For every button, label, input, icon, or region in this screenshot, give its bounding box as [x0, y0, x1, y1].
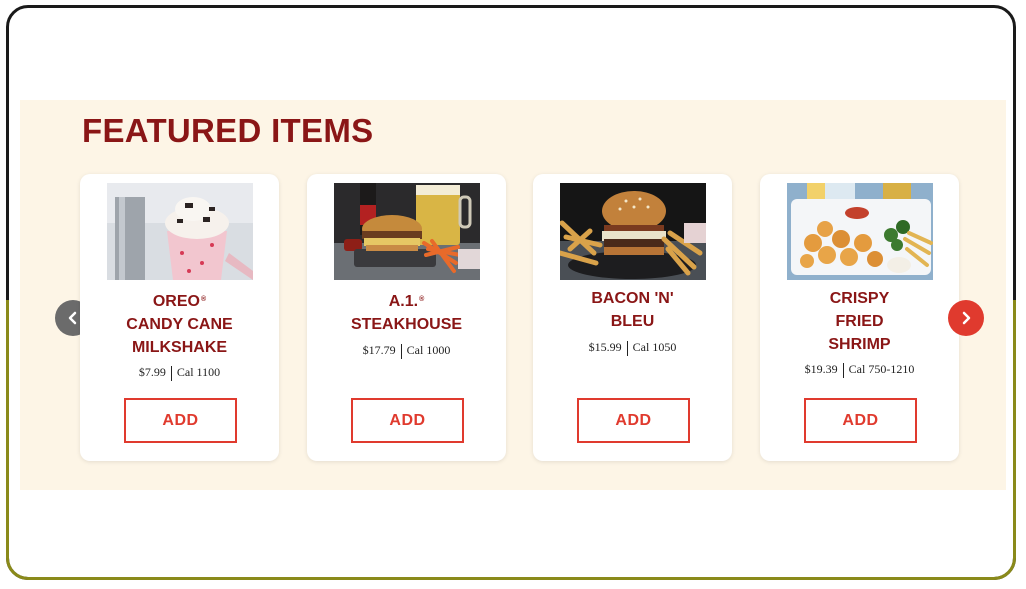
- fried-shrimp-photo[interactable]: [787, 183, 933, 280]
- item-price: $17.79: [362, 343, 396, 357]
- item-name-line: BLEU: [610, 313, 655, 330]
- bacon-bleu-burger-photo[interactable]: [560, 183, 706, 280]
- item-name[interactable]: BACON 'N' BLEU: [533, 287, 732, 333]
- carousel-next-button[interactable]: [948, 300, 984, 336]
- item-name[interactable]: CRISPY FRIED SHRIMP: [760, 287, 959, 356]
- milkshake-photo[interactable]: [107, 183, 253, 280]
- item-name[interactable]: A.1.® STEAKHOUSE: [307, 290, 506, 336]
- item-name-line: CANDY CANE: [126, 316, 233, 333]
- divider: [626, 340, 628, 356]
- item-price: $19.39: [804, 362, 838, 376]
- item-name-line: FRIED: [835, 313, 884, 330]
- section-title: FEATURED ITEMS: [82, 112, 374, 149]
- item-calories: Cal 1000: [406, 343, 451, 357]
- chevron-left-icon: [68, 311, 77, 325]
- item-price-calories: $19.39 Cal 750-1210: [760, 362, 959, 378]
- item-calories: Cal 750-1210: [848, 362, 915, 376]
- item-price-calories: $15.99 Cal 1050: [533, 340, 732, 356]
- menu-item-card: BACON 'N' BLEU $15.99 Cal 1050 ADD: [533, 174, 732, 461]
- add-button[interactable]: ADD: [351, 398, 464, 443]
- divider: [170, 365, 172, 381]
- item-name-line: SHRIMP: [828, 336, 891, 353]
- add-button[interactable]: ADD: [577, 398, 690, 443]
- item-name-line: OREO®: [152, 293, 207, 310]
- divider: [842, 362, 844, 378]
- menu-item-card: A.1.® STEAKHOUSE $17.79 Cal 1000 ADD: [307, 174, 506, 461]
- menu-item-card: CRISPY FRIED SHRIMP $19.39 Cal 750-1210 A…: [760, 174, 959, 461]
- chevron-right-icon: [962, 311, 971, 325]
- item-name-line: STEAKHOUSE: [350, 316, 463, 333]
- divider: [400, 343, 402, 359]
- item-price-calories: $7.99 Cal 1100: [80, 365, 279, 381]
- add-button[interactable]: ADD: [124, 398, 237, 443]
- item-name-line: BACON 'N': [591, 290, 674, 307]
- steakhouse-burger-photo[interactable]: [334, 183, 480, 280]
- add-button[interactable]: ADD: [804, 398, 917, 443]
- item-calories: Cal 1100: [176, 365, 221, 379]
- item-name-line: A.1.®: [388, 293, 425, 310]
- item-name-line: CRISPY: [829, 290, 890, 307]
- item-price-calories: $17.79 Cal 1000: [307, 343, 506, 359]
- item-price: $7.99: [138, 365, 166, 379]
- item-price: $15.99: [588, 340, 622, 354]
- item-name-line: MILKSHAKE: [131, 339, 228, 356]
- menu-item-card: OREO® CANDY CANE MILKSHAKE $7.99 Cal 1100…: [80, 174, 279, 461]
- item-name[interactable]: OREO® CANDY CANE MILKSHAKE: [80, 290, 279, 359]
- item-calories: Cal 1050: [632, 340, 677, 354]
